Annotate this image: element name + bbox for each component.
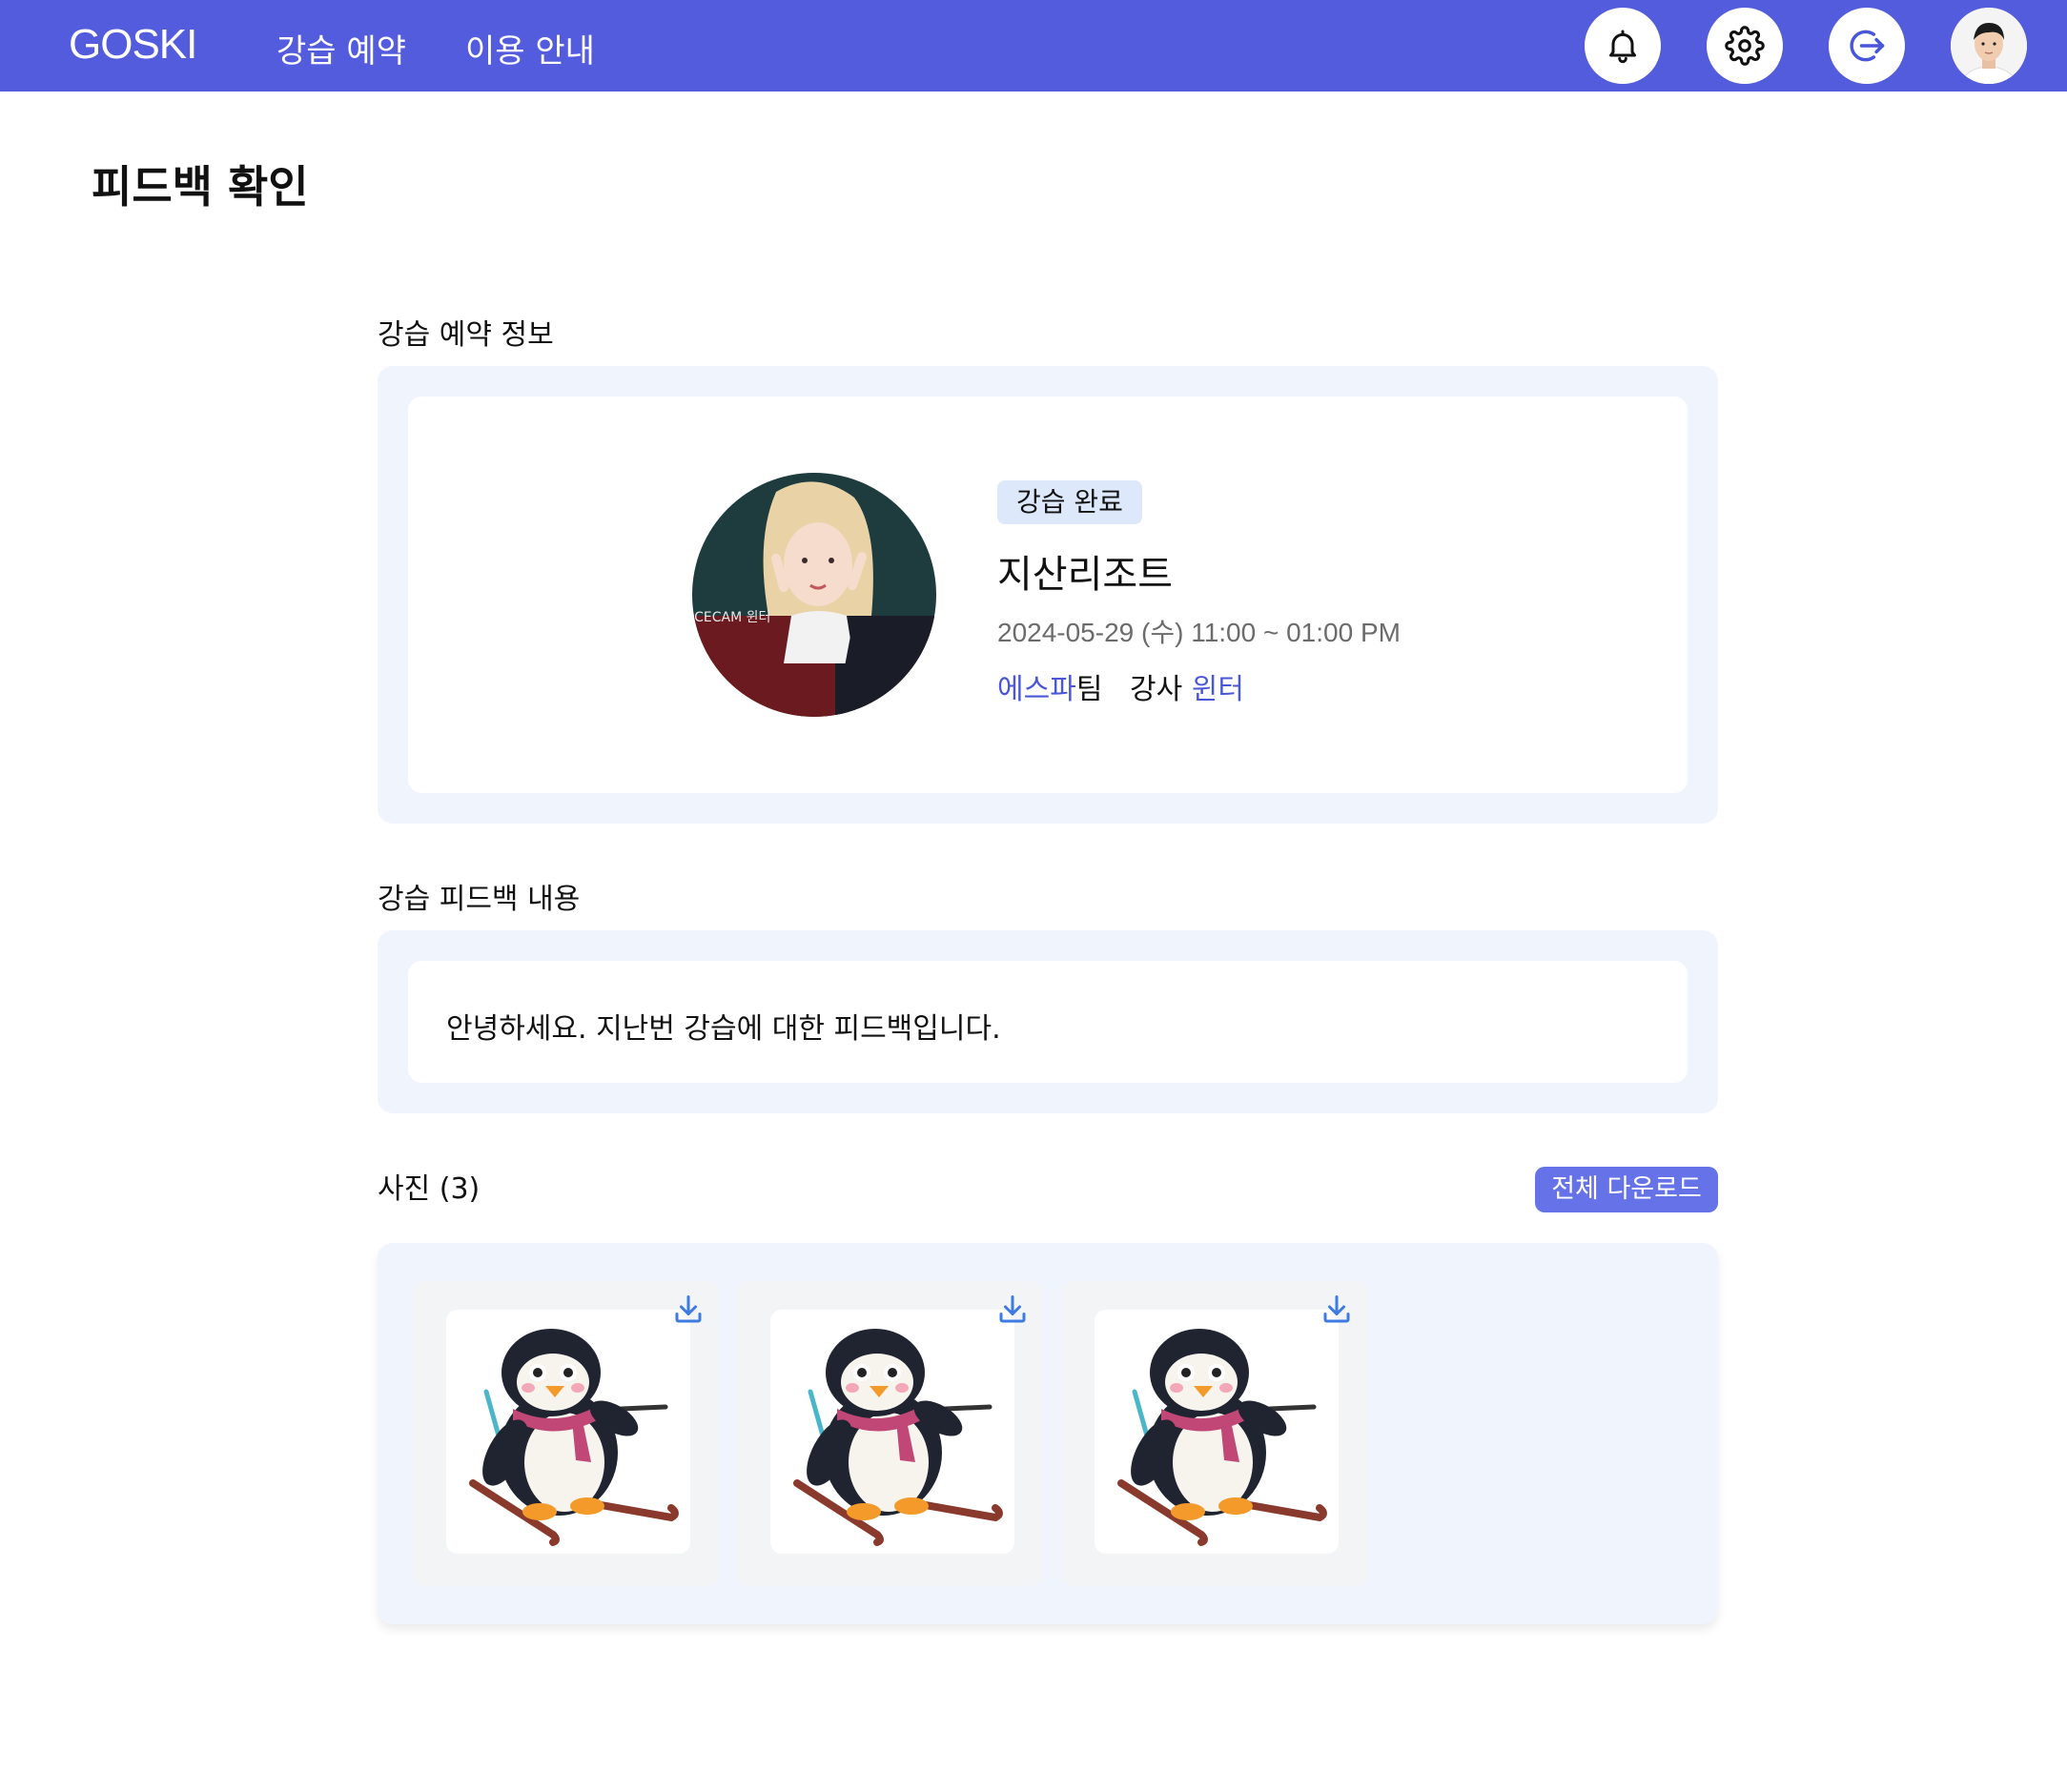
download-icon[interactable] [1320, 1293, 1354, 1327]
feedback-content: 안녕하세요. 지난번 강습에 대한 피드백입니다. [446, 1012, 1001, 1046]
user-avatar[interactable] [1951, 8, 2027, 84]
team-suffix: 팀 [1075, 673, 1103, 706]
page-title: 피드백 확인 [92, 161, 309, 213]
bell-icon [1609, 30, 1636, 64]
feedback-card: 안녕하세요. 지난번 강습에 대한 피드백입니다. [408, 961, 1688, 1083]
team-name: 에스파 [997, 673, 1076, 706]
settings-button[interactable] [1707, 8, 1783, 84]
photo-image[interactable] [1095, 1310, 1339, 1554]
photo-tile[interactable] [414, 1281, 719, 1586]
logout-button[interactable] [1829, 8, 1905, 84]
top-nav-bar: GOSKI 강습 예약 이용 안내 [0, 0, 2067, 92]
photo-image[interactable] [446, 1310, 690, 1554]
instructor-photo: FACECAM 윈터 [692, 473, 936, 717]
status-badge: 강습 완료 [997, 480, 1142, 524]
nav-usage-guide[interactable]: 이용 안내 [465, 25, 595, 71]
photos-panel [378, 1243, 1718, 1624]
instructor-prefix: 강사 [1130, 673, 1183, 706]
download-all-button[interactable]: 전체 다운로드 [1535, 1167, 1718, 1212]
notification-button[interactable] [1585, 8, 1661, 84]
photo-tile[interactable] [738, 1281, 1043, 1586]
avatar-image [1951, 8, 2027, 84]
download-icon[interactable] [995, 1293, 1030, 1327]
feedback-section-label: 강습 피드백 내용 [378, 883, 581, 916]
team-instructor-line: 에스파팀 강사 윈터 [997, 665, 1244, 707]
logout-icon [1850, 30, 1885, 62]
lesson-datetime: 2024-05-29 (수) 11:00 ~ 01:00 PM [997, 618, 1401, 647]
download-icon[interactable] [671, 1293, 706, 1327]
photo-tile[interactable] [1062, 1281, 1367, 1586]
photo-image[interactable] [770, 1310, 1014, 1554]
reservation-panel: FACECAM 윈터 강습 완료 지산리조트 2024-05-29 (수) 11… [378, 366, 1718, 824]
nav-lesson-reservation[interactable]: 강습 예약 [276, 25, 406, 71]
gear-icon [1725, 26, 1765, 66]
resort-name: 지산리조트 [997, 553, 1173, 597]
reservation-section-label: 강습 예약 정보 [378, 318, 554, 352]
reservation-card: FACECAM 윈터 강습 완료 지산리조트 2024-05-29 (수) 11… [408, 397, 1688, 793]
logo[interactable]: GOSKI [69, 21, 197, 69]
photos-section-label: 사진 (3) [378, 1172, 481, 1206]
feedback-panel: 안녕하세요. 지난번 강습에 대한 피드백입니다. [378, 930, 1718, 1113]
photo-overlay-text: FACECAM 윈터 [692, 610, 770, 625]
instructor-name: 윈터 [1191, 673, 1244, 706]
